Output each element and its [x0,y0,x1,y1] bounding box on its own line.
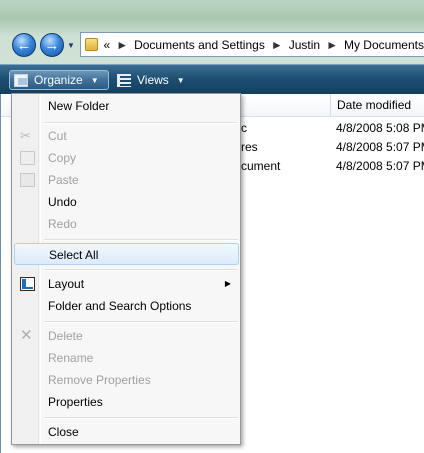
menu-item-redo[interactable]: Redo [14,213,239,235]
menu-item-new-folder[interactable]: New Folder [14,95,239,117]
menu-item-label: Rename [48,351,94,365]
menu-item-folder-and-search-options[interactable]: Folder and Search Options [14,295,239,317]
menu-item-label: Folder and Search Options [48,299,192,313]
back-button[interactable]: ← [12,33,36,57]
menu-item-delete[interactable]: ✕ Delete [14,325,239,347]
menu-separator [44,269,238,271]
menu-item-label: Remove Properties [48,373,151,387]
forward-arrow-icon: → [44,36,60,54]
folder-icon [85,38,98,51]
menu-item-label: New Folder [48,99,110,113]
views-label: Views [137,73,169,87]
address-bar[interactable]: « ► Documents and Settings ► Justin ► My… [80,32,424,57]
menu-item-label: Copy [48,151,77,165]
menu-separator [44,321,238,323]
file-name: c [241,121,247,135]
menu-item-label: Delete [48,329,83,343]
organize-label: Organize [34,73,83,87]
chevron-down-icon: ▼ [90,75,99,85]
file-name: cument [241,159,281,173]
navigation-bar: ← → ▼ « ► Documents and Settings ► Justi… [0,0,424,64]
scissors-icon: ✂ [20,128,31,143]
menu-item-copy[interactable]: Copy [14,147,239,169]
organize-button[interactable]: Organize ▼ [9,70,109,90]
breadcrumb-separator-icon: ► [116,37,129,52]
breadcrumb-separator-icon[interactable]: ► [271,38,283,52]
organize-menu: New Folder ✂ Cut Copy Paste Undo Redo Se… [11,93,241,445]
menu-item-label: Undo [48,195,77,209]
menu-item-undo[interactable]: Undo [14,191,239,213]
back-arrow-icon: ← [16,36,32,54]
menu-separator [44,417,238,419]
breadcrumb-separator-icon[interactable]: ► [326,38,338,52]
breadcrumb-overflow[interactable]: « [104,38,111,52]
menu-item-label: Close [48,425,79,439]
layout-pane-icon [20,277,35,291]
menu-item-properties[interactable]: Properties [14,391,239,413]
menu-item-rename[interactable]: Rename [14,347,239,369]
menu-item-paste[interactable]: Paste [14,169,239,191]
file-name: res [241,140,258,154]
chevron-down-icon: ▼ [176,75,185,85]
file-date: 4/8/2008 5:08 PM [336,121,424,135]
breadcrumb-documents-and-settings[interactable]: Documents and Settings [134,38,265,52]
file-date: 4/8/2008 5:07 PM [336,140,424,154]
copy-icon [20,151,35,165]
forward-button[interactable]: → [40,33,64,57]
menu-item-close[interactable]: Close [14,421,239,443]
menu-item-label: Cut [48,129,67,143]
views-icon [117,73,131,87]
menu-item-label: Redo [48,217,77,231]
clipboard-icon [20,173,35,187]
menu-separator [44,122,238,124]
views-button[interactable]: Views ▼ [115,70,185,90]
breadcrumb-justin[interactable]: Justin [289,38,320,52]
menu-item-label: Properties [48,395,103,409]
menu-item-label: Layout [48,277,85,291]
menu-item-cut[interactable]: ✂ Cut [14,125,239,147]
delete-x-icon: ✕ [20,327,33,344]
menu-item-label: Paste [48,173,79,187]
menu-item-label: Select All [49,248,99,262]
organize-icon [14,73,28,87]
menu-item-layout[interactable]: Layout ▶ [14,273,239,295]
menu-item-remove-properties[interactable]: Remove Properties [14,369,239,391]
menu-separator [44,239,238,241]
file-date: 4/8/2008 5:07 PM [336,159,424,173]
breadcrumb-my-documents[interactable]: My Documents [344,38,424,52]
submenu-arrow-icon: ▶ [224,279,231,288]
recent-pages-dropdown[interactable]: ▼ [67,41,75,50]
command-bar: Organize ▼ Views ▼ [0,64,424,94]
menu-item-select-all[interactable]: Select All [14,243,239,265]
column-header-date-modified[interactable]: Date modified [330,94,411,117]
